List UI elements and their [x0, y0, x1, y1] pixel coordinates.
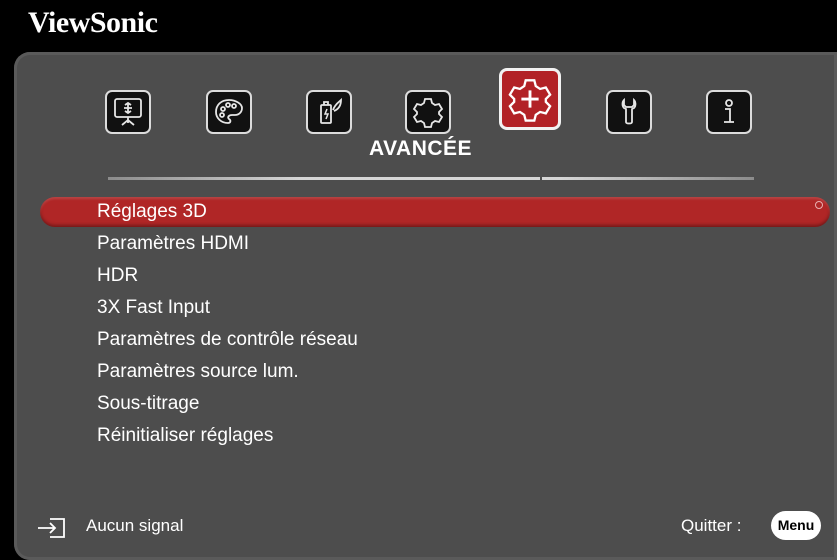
palette-icon — [215, 99, 243, 124]
menu-item-hdr[interactable]: HDR — [97, 261, 138, 291]
menu-key-button[interactable]: Menu — [771, 511, 821, 540]
tab-color[interactable] — [206, 90, 252, 134]
menu-item-fast-input[interactable]: 3X Fast Input — [97, 293, 210, 323]
signal-status: Aucun signal — [86, 516, 184, 535]
advanced-gear-plus-icon — [508, 79, 552, 122]
menu-item-reset[interactable]: Réinitialiser réglages — [97, 421, 273, 451]
menu-item-3d-settings[interactable]: Réglages 3D — [97, 197, 207, 227]
menu-item-hdmi-settings[interactable]: Paramètres HDMI — [97, 229, 249, 259]
tab-information[interactable] — [706, 90, 752, 134]
menu-item-subtitles[interactable]: Sous-titrage — [97, 389, 199, 419]
tab-settings[interactable] — [606, 90, 652, 134]
menu-item-light-source[interactable]: Paramètres source lum. — [97, 357, 299, 387]
tab-advanced[interactable] — [499, 68, 561, 130]
wrench-icon — [621, 97, 637, 125]
power-battery-icon — [320, 97, 342, 124]
input-source-icon — [38, 518, 65, 538]
active-tab-title: AVANCÉE — [369, 137, 473, 160]
info-icon — [724, 99, 734, 123]
scroll-indicator — [815, 201, 823, 209]
gear-icon — [412, 98, 444, 128]
tab-basic[interactable] — [405, 90, 451, 134]
menu-item-network-control[interactable]: Paramètres de contrôle réseau — [97, 325, 358, 355]
tab-display[interactable] — [105, 90, 151, 134]
brand-logo: ViewSonic — [28, 6, 158, 39]
display-icon — [114, 98, 142, 126]
divider — [108, 177, 754, 180]
quit-label: Quitter : — [681, 516, 742, 535]
tab-power[interactable] — [306, 90, 352, 134]
